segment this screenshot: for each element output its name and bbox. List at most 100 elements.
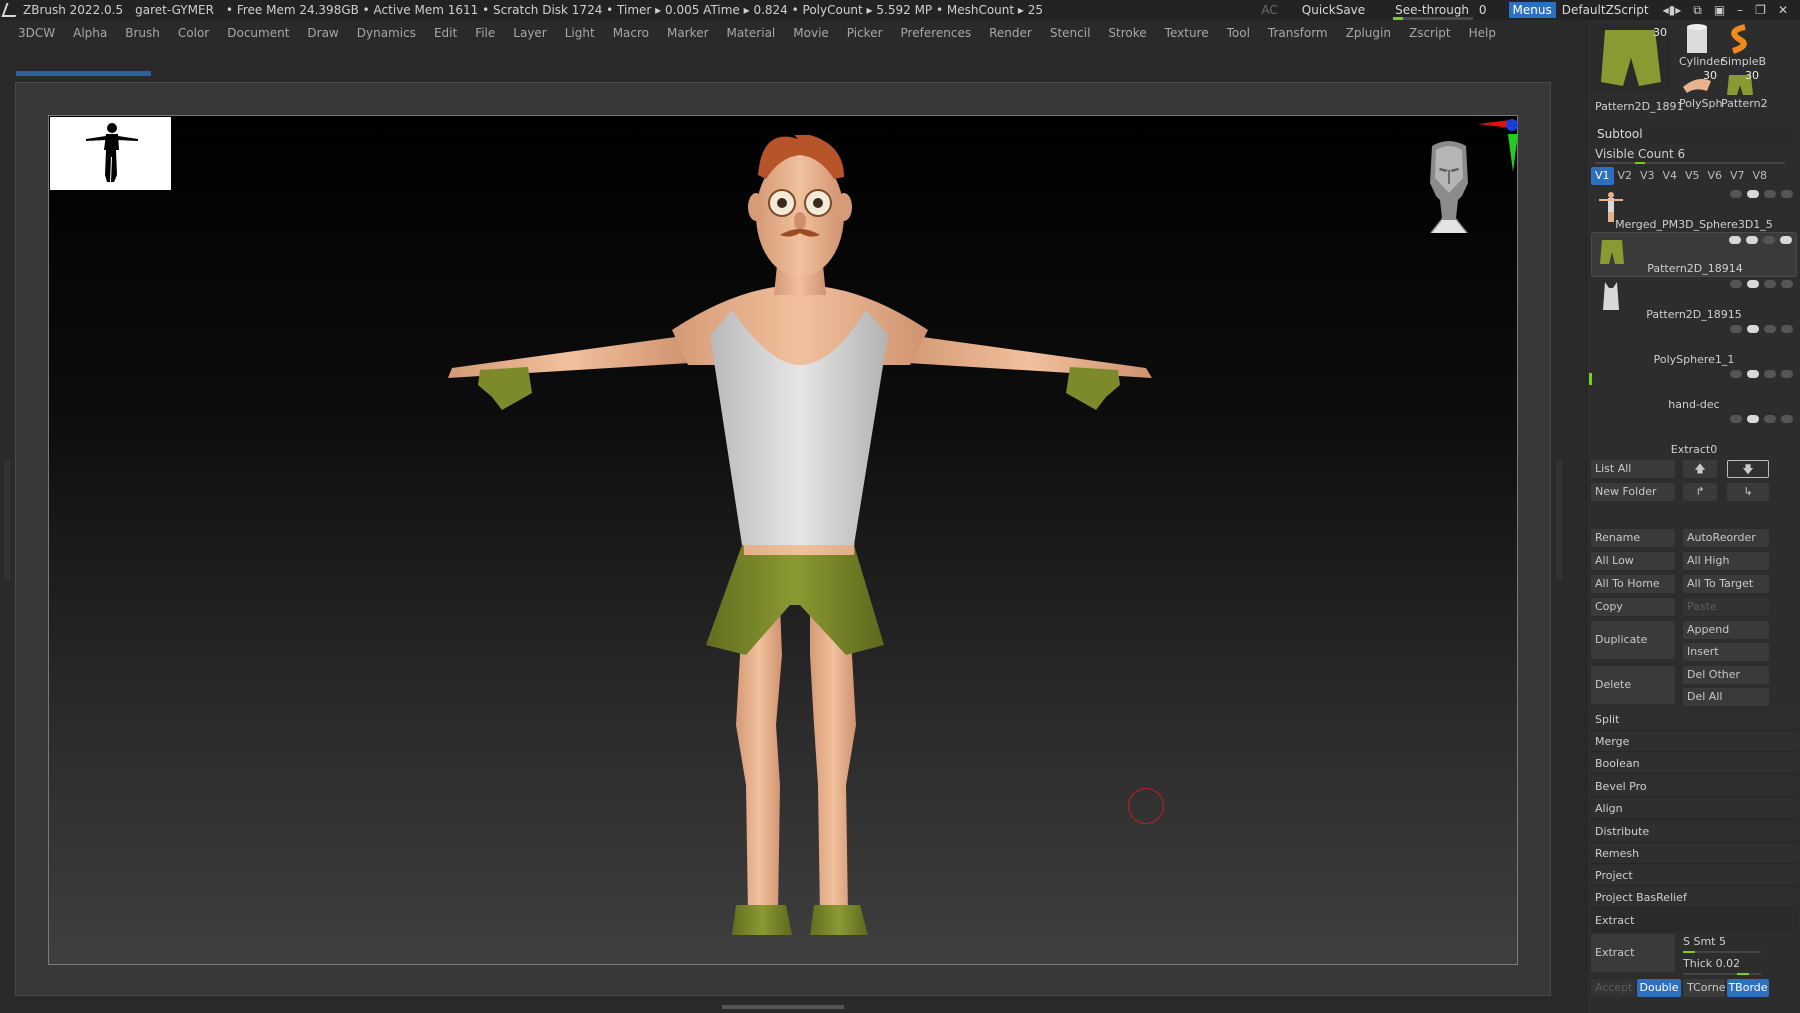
subtool-item[interactable]: PolySphere1_1 <box>1591 322 1797 367</box>
project-section[interactable]: Project <box>1591 866 1797 886</box>
subtool-item[interactable]: Pattern2D_18915 <box>1591 277 1797 322</box>
list-all-button[interactable]: List All <box>1591 460 1675 478</box>
menu-stencil[interactable]: Stencil <box>1050 26 1091 40</box>
character-model[interactable] <box>440 131 1180 950</box>
close-icon[interactable]: ✕ <box>1778 3 1788 17</box>
view-tab-v5[interactable]: V5 <box>1681 167 1704 185</box>
duplicate-button[interactable]: Duplicate <box>1591 621 1675 659</box>
right-tray-handle[interactable] <box>1556 460 1562 580</box>
view-tab-v4[interactable]: V4 <box>1659 167 1682 185</box>
subtool-item[interactable]: Merged_PM3D_Sphere3D1_5 <box>1591 187 1797 232</box>
menu-light[interactable]: Light <box>565 26 595 40</box>
tborder-toggle[interactable]: TBorde <box>1727 979 1769 997</box>
view-tab-v6[interactable]: V6 <box>1704 167 1727 185</box>
subtool-item[interactable]: Extract0 <box>1591 412 1797 457</box>
menu-zplugin[interactable]: Zplugin <box>1346 26 1391 40</box>
menu-dynamics[interactable]: Dynamics <box>357 26 416 40</box>
insert-button[interactable]: Insert <box>1683 643 1769 661</box>
menu-texture[interactable]: Texture <box>1165 26 1209 40</box>
new-folder-button[interactable]: New Folder <box>1591 483 1675 501</box>
menu-3dcw[interactable]: 3DCW <box>18 26 55 40</box>
project-basrelief-section[interactable]: Project BasRelief <box>1591 888 1797 908</box>
view-tab-v7[interactable]: V7 <box>1726 167 1749 185</box>
view-tab-v8[interactable]: V8 <box>1749 167 1772 185</box>
menu-edit[interactable]: Edit <box>434 26 457 40</box>
menu-marker[interactable]: Marker <box>667 26 708 40</box>
subtool-item-selected[interactable]: Pattern2D_18914 <box>1591 232 1797 277</box>
del-all-button[interactable]: Del All <box>1683 688 1769 706</box>
save-layout-icon[interactable]: ▣ <box>1714 3 1725 17</box>
menu-tool[interactable]: Tool <box>1227 26 1250 40</box>
visible-count-slider[interactable]: Visible Count 6 <box>1589 145 1799 164</box>
menu-render[interactable]: Render <box>989 26 1032 40</box>
extract-section-header[interactable]: Extract <box>1591 911 1797 931</box>
folder-up-icon[interactable]: ↱ <box>1683 483 1717 501</box>
current-tool-thumbnail[interactable]: 30 Pattern2D_1891 <box>1591 24 1684 116</box>
menu-draw[interactable]: Draw <box>307 26 338 40</box>
auto-reorder-button[interactable]: AutoReorder <box>1683 529 1769 547</box>
restore-icon[interactable]: ❐ <box>1755 3 1766 17</box>
extract-button[interactable]: Extract <box>1591 934 1675 972</box>
paste-button[interactable]: Paste <box>1683 598 1769 616</box>
s-smt-slider[interactable]: S Smt 5 <box>1683 934 1769 953</box>
menu-preferences[interactable]: Preferences <box>901 26 972 40</box>
delete-button[interactable]: Delete <box>1591 666 1675 704</box>
all-to-target-button[interactable]: All To Target <box>1683 575 1769 593</box>
polysphere-thumbnail[interactable]: 30 PolySph <box>1677 69 1722 117</box>
boolean-section[interactable]: Boolean <box>1591 754 1797 774</box>
menu-transform[interactable]: Transform <box>1268 26 1328 40</box>
move-down-icon[interactable]: 🡇 <box>1727 460 1769 478</box>
folder-down-icon[interactable]: ↳ <box>1727 483 1769 501</box>
see-through-slider[interactable]: See-through 0 <box>1389 3 1492 20</box>
menu-file[interactable]: File <box>475 26 495 40</box>
menu-help[interactable]: Help <box>1469 26 1496 40</box>
menu-color[interactable]: Color <box>178 26 209 40</box>
pattern2-thumbnail[interactable]: 30 Pattern2 <box>1719 69 1768 117</box>
menu-document[interactable]: Document <box>227 26 289 40</box>
distribute-section[interactable]: Distribute <box>1591 822 1797 842</box>
remesh-section[interactable]: Remesh <box>1591 844 1797 864</box>
menu-alpha[interactable]: Alpha <box>73 26 107 40</box>
menu-macro[interactable]: Macro <box>613 26 649 40</box>
menu-layer[interactable]: Layer <box>513 26 546 40</box>
menus-toggle[interactable]: Menus <box>1508 2 1556 18</box>
move-up-icon[interactable]: 🡅 <box>1683 460 1717 478</box>
menu-stroke[interactable]: Stroke <box>1108 26 1146 40</box>
split-section[interactable]: Split <box>1591 710 1797 730</box>
window-layout-icon[interactable]: ⧉ <box>1693 3 1702 18</box>
menu-zscript[interactable]: Zscript <box>1409 26 1451 40</box>
rename-button[interactable]: Rename <box>1591 529 1675 547</box>
all-to-home-button[interactable]: All To Home <box>1591 575 1675 593</box>
left-tray-handle[interactable] <box>4 460 10 580</box>
ac-button[interactable]: AC <box>1261 3 1277 17</box>
menu-brush[interactable]: Brush <box>125 26 160 40</box>
menu-picker[interactable]: Picker <box>847 26 883 40</box>
subtool-header[interactable]: Subtool <box>1589 124 1799 144</box>
all-high-button[interactable]: All High <box>1683 552 1769 570</box>
quicksave-button[interactable]: QuickSave <box>1302 3 1365 17</box>
thick-slider[interactable]: Thick 0.02 <box>1683 956 1769 975</box>
minimize-icon[interactable]: – <box>1737 3 1743 17</box>
align-section[interactable]: Align <box>1591 799 1797 819</box>
menu-movie[interactable]: Movie <box>793 26 829 40</box>
head-navigation-cube[interactable] <box>1422 138 1476 233</box>
copy-button[interactable]: Copy <box>1591 598 1675 616</box>
subtool-item[interactable]: hand-dec <box>1589 367 1797 412</box>
view-tab-v3[interactable]: V3 <box>1636 167 1659 185</box>
all-low-button[interactable]: All Low <box>1591 552 1675 570</box>
del-other-button[interactable]: Del Other <box>1683 666 1769 684</box>
tcorner-toggle[interactable]: TCorne <box>1683 979 1725 997</box>
simpleb-brush-thumbnail[interactable]: SimpleB <box>1719 23 1766 69</box>
double-toggle[interactable]: Double <box>1637 979 1681 997</box>
view-tab-v1[interactable]: V1 <box>1591 167 1614 185</box>
view-tab-v2[interactable]: V2 <box>1614 167 1637 185</box>
accept-button[interactable]: Accept <box>1591 979 1635 997</box>
append-button[interactable]: Append <box>1683 621 1769 639</box>
bevel-pro-section[interactable]: Bevel Pro <box>1591 777 1797 797</box>
default-zscript[interactable]: DefaultZScript <box>1562 3 1649 17</box>
merge-section[interactable]: Merge <box>1591 732 1797 752</box>
bottom-tray-handle[interactable] <box>722 1004 844 1009</box>
cylinder-thumbnail[interactable]: Cylinder <box>1677 23 1725 69</box>
layout-arrows-icon[interactable]: ◂▮▸ <box>1663 3 1682 17</box>
menu-material[interactable]: Material <box>727 26 776 40</box>
